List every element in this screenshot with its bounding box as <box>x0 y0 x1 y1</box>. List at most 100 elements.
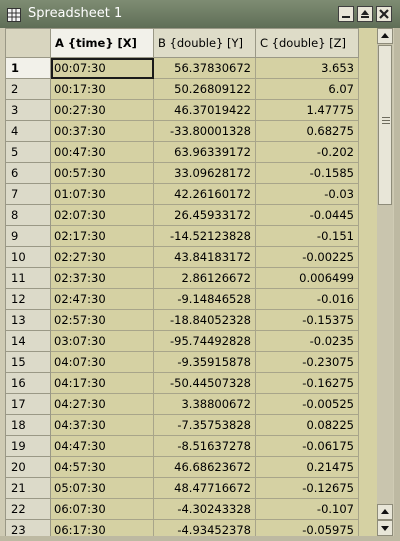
cell-b[interactable]: 48.47716672 <box>153 477 256 499</box>
cell-a[interactable]: 04:47:30 <box>50 435 154 457</box>
cell-b[interactable]: 46.37019422 <box>153 99 256 121</box>
cell-a[interactable]: 02:17:30 <box>50 225 154 247</box>
cell-c[interactable]: 0.68275 <box>255 120 359 142</box>
cell-a[interactable]: 04:07:30 <box>50 351 154 373</box>
cell-c[interactable]: -0.00525 <box>255 393 359 415</box>
row-header[interactable]: 10 <box>5 246 51 268</box>
cell-b[interactable]: -9.14846528 <box>153 288 256 310</box>
cell-c[interactable]: 3.653 <box>255 57 359 79</box>
cell-b[interactable]: -9.35915878 <box>153 351 256 373</box>
cell-c[interactable]: -0.15375 <box>255 309 359 331</box>
cell-c[interactable]: -0.12675 <box>255 477 359 499</box>
cell-b[interactable]: 26.45933172 <box>153 204 256 226</box>
cell-a[interactable]: 00:37:30 <box>50 120 154 142</box>
cell-c[interactable]: 6.07 <box>255 78 359 100</box>
row-header[interactable]: 21 <box>5 477 51 499</box>
row-header[interactable]: 1 <box>5 57 51 79</box>
cell-b[interactable]: 3.38800672 <box>153 393 256 415</box>
cell-c[interactable]: -0.23075 <box>255 351 359 373</box>
row-header[interactable]: 13 <box>5 309 51 331</box>
cell-b[interactable]: -95.74492828 <box>153 330 256 352</box>
cell-a[interactable]: 04:27:30 <box>50 393 154 415</box>
row-header[interactable]: 9 <box>5 225 51 247</box>
row-header[interactable]: 5 <box>5 141 51 163</box>
row-header[interactable]: 2 <box>5 78 51 100</box>
cell-a[interactable]: 00:07:30 <box>50 57 154 79</box>
scroll-down-button[interactable] <box>377 504 393 520</box>
cell-c[interactable]: -0.0235 <box>255 330 359 352</box>
cell-b[interactable]: -4.93452378 <box>153 519 256 536</box>
cell-a[interactable]: 06:17:30 <box>50 519 154 536</box>
vertical-scrollbar[interactable] <box>377 28 393 536</box>
minimize-button[interactable] <box>338 6 354 22</box>
cell-c[interactable]: 0.21475 <box>255 456 359 478</box>
cell-a[interactable]: 03:07:30 <box>50 330 154 352</box>
cell-b[interactable]: -7.35753828 <box>153 414 256 436</box>
column-header-a[interactable]: A {time} [X] <box>50 28 154 58</box>
cell-a[interactable]: 04:17:30 <box>50 372 154 394</box>
corner-header[interactable] <box>5 28 51 58</box>
cell-a[interactable]: 00:27:30 <box>50 99 154 121</box>
column-header-c[interactable]: C {double} [Z] <box>255 28 359 58</box>
row-header[interactable]: 4 <box>5 120 51 142</box>
cell-a[interactable]: 02:57:30 <box>50 309 154 331</box>
cell-c[interactable]: -0.107 <box>255 498 359 520</box>
scroll-up-button[interactable] <box>377 28 393 44</box>
cell-b[interactable]: -14.52123828 <box>153 225 256 247</box>
row-header[interactable]: 22 <box>5 498 51 520</box>
cell-a[interactable]: 06:07:30 <box>50 498 154 520</box>
cell-a[interactable]: 00:17:30 <box>50 78 154 100</box>
cell-b[interactable]: -33.80001328 <box>153 120 256 142</box>
row-header[interactable]: 11 <box>5 267 51 289</box>
spreadsheet-grid[interactable]: A {time} [X] B {double} [Y] C {double} [… <box>5 28 377 536</box>
cell-c[interactable]: -0.16275 <box>255 372 359 394</box>
cell-c[interactable]: -0.1585 <box>255 162 359 184</box>
row-header[interactable]: 20 <box>5 456 51 478</box>
title-bar[interactable]: Spreadsheet 1 <box>0 0 400 28</box>
row-header[interactable]: 18 <box>5 414 51 436</box>
cell-a[interactable]: 01:07:30 <box>50 183 154 205</box>
cell-a[interactable]: 04:37:30 <box>50 414 154 436</box>
cell-c[interactable]: -0.05975 <box>255 519 359 536</box>
cell-c[interactable]: 1.47775 <box>255 99 359 121</box>
close-button[interactable] <box>376 6 392 22</box>
cell-c[interactable]: 0.08225 <box>255 414 359 436</box>
cell-a[interactable]: 02:07:30 <box>50 204 154 226</box>
row-header[interactable]: 6 <box>5 162 51 184</box>
cell-b[interactable]: 43.84183172 <box>153 246 256 268</box>
cell-c[interactable]: -0.016 <box>255 288 359 310</box>
cell-b[interactable]: -4.30243328 <box>153 498 256 520</box>
cell-c[interactable]: -0.0445 <box>255 204 359 226</box>
cell-a[interactable]: 02:47:30 <box>50 288 154 310</box>
cell-b[interactable]: 46.68623672 <box>153 456 256 478</box>
cell-b[interactable]: 2.86126672 <box>153 267 256 289</box>
cell-a[interactable]: 02:27:30 <box>50 246 154 268</box>
cell-b[interactable]: -50.44507328 <box>153 372 256 394</box>
cell-c[interactable]: -0.202 <box>255 141 359 163</box>
row-header[interactable]: 19 <box>5 435 51 457</box>
cell-c[interactable]: -0.06175 <box>255 435 359 457</box>
cell-b[interactable]: 63.96339172 <box>153 141 256 163</box>
row-header[interactable]: 17 <box>5 393 51 415</box>
cell-a[interactable]: 02:37:30 <box>50 267 154 289</box>
cell-b[interactable]: 33.09628172 <box>153 162 256 184</box>
row-header[interactable]: 7 <box>5 183 51 205</box>
cell-b[interactable]: 42.26160172 <box>153 183 256 205</box>
maximize-button[interactable] <box>357 6 373 22</box>
row-header[interactable]: 14 <box>5 330 51 352</box>
row-header[interactable]: 23 <box>5 519 51 536</box>
cell-a[interactable]: 00:47:30 <box>50 141 154 163</box>
row-header[interactable]: 16 <box>5 372 51 394</box>
scroll-thumb[interactable] <box>378 45 392 205</box>
cell-b[interactable]: 50.26809122 <box>153 78 256 100</box>
cell-a[interactable]: 00:57:30 <box>50 162 154 184</box>
cell-b[interactable]: 56.37830672 <box>153 57 256 79</box>
row-header[interactable]: 3 <box>5 99 51 121</box>
cell-c[interactable]: -0.151 <box>255 225 359 247</box>
column-header-b[interactable]: B {double} [Y] <box>153 28 256 58</box>
cell-c[interactable]: -0.00225 <box>255 246 359 268</box>
cell-a[interactable]: 05:07:30 <box>50 477 154 499</box>
row-header[interactable]: 15 <box>5 351 51 373</box>
row-header[interactable]: 8 <box>5 204 51 226</box>
cell-c[interactable]: -0.03 <box>255 183 359 205</box>
